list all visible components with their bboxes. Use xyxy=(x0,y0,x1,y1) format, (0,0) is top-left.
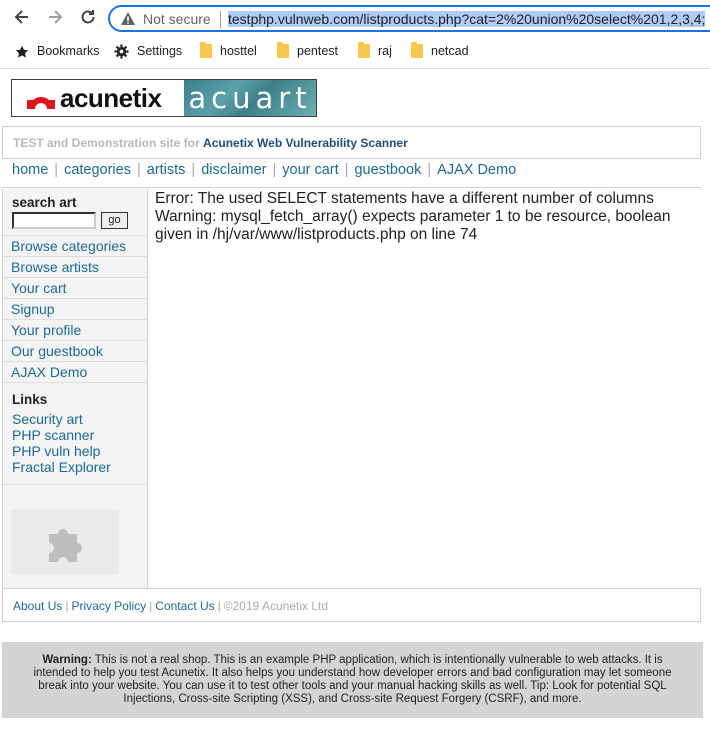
footer-contact-us[interactable]: Contact Us xyxy=(155,599,214,613)
bookmark-raj[interactable]: raj xyxy=(358,41,392,60)
sidebar-item-your-cart[interactable]: Your cart xyxy=(3,277,148,298)
nav-guestbook[interactable]: guestbook xyxy=(354,162,421,178)
bookmark-hosttel[interactable]: hosttel xyxy=(200,41,257,60)
warning-label: Warning: xyxy=(42,654,92,666)
top-navigation: home | categories | artists | disclaimer | your … xyxy=(2,160,701,188)
sidebar-links: Browse categories Browse artists Your ca… xyxy=(3,235,148,383)
footer-about-us[interactable]: About Us xyxy=(13,599,62,613)
plugin-placeholder xyxy=(11,509,119,575)
main-content: Error: The used SELECT statements have a… xyxy=(155,190,695,244)
link-php-scanner[interactable]: PHP scanner xyxy=(12,427,111,443)
site-logo[interactable]: acunetix acuart xyxy=(11,79,317,117)
back-button[interactable] xyxy=(11,7,33,29)
reload-button[interactable] xyxy=(77,7,99,29)
bookmark-pentest[interactable]: pentest xyxy=(277,41,339,60)
bookmark-label: raj xyxy=(378,44,392,58)
footer-privacy-policy[interactable]: Privacy Policy xyxy=(71,599,146,613)
footer-separator: | xyxy=(65,599,69,613)
bookmark-bookmarks[interactable]: Bookmarks xyxy=(15,42,100,60)
footer-separator: | xyxy=(217,599,221,613)
php-warning-message: Warning: mysql_fetch_array() expects par… xyxy=(155,208,671,243)
arrow-right-icon xyxy=(49,10,63,24)
browser-chrome: Not secure testphp.vulnweb.com/listprodu… xyxy=(0,0,710,69)
bookmark-label: Settings xyxy=(137,44,183,58)
bookmark-settings[interactable]: Settings xyxy=(114,42,182,60)
footer-copyright: ©2019 Acunetix Ltd xyxy=(223,599,329,613)
sidebar-item-our-guestbook[interactable]: Our guestbook xyxy=(3,340,148,361)
search-input[interactable] xyxy=(12,212,96,229)
sidebar-item-your-profile[interactable]: Your profile xyxy=(3,319,148,340)
warning-triangle-icon[interactable] xyxy=(120,11,136,27)
sidebar-item-signup[interactable]: Signup xyxy=(3,298,148,319)
bookmark-label: hosttel xyxy=(220,44,257,58)
link-security-art[interactable]: Security art xyxy=(12,411,111,427)
nav-home[interactable]: home xyxy=(12,162,48,178)
nav-separator: | xyxy=(344,162,349,178)
links-title: Links xyxy=(12,392,48,407)
nav-separator: | xyxy=(272,162,277,178)
tagline-prefix: TEST and Demonstration site for xyxy=(13,136,204,150)
sidebar-item-browse-categories[interactable]: Browse categories xyxy=(3,235,148,256)
acunetix-logo-icon xyxy=(27,97,55,109)
nav-separator: | xyxy=(191,162,196,178)
nav-separator: | xyxy=(136,162,141,178)
logo-art-banner: acuart xyxy=(184,80,316,116)
logo-left: acunetix xyxy=(12,80,184,116)
site-tagline: TEST and Demonstration site for Acunetix… xyxy=(2,126,701,159)
bookmark-label: netcad xyxy=(431,44,469,58)
bookmark-label: Bookmarks xyxy=(37,44,100,58)
nav-categories[interactable]: categories xyxy=(64,162,131,178)
url-text[interactable]: testphp.vulnweb.com/listproducts.php?cat… xyxy=(228,11,708,27)
warning-text: This is not a real shop. This is an exam… xyxy=(33,654,672,705)
nav-separator: | xyxy=(54,162,59,178)
reload-icon xyxy=(81,10,95,24)
nav-separator: | xyxy=(427,162,432,178)
sidebar-divider xyxy=(3,382,148,383)
sidebar-divider xyxy=(3,484,148,485)
forward-button[interactable] xyxy=(44,7,66,29)
web-page: acunetix acuart TEST and Demonstration s… xyxy=(0,70,710,746)
tagline-product[interactable]: Acunetix Web Vulnerability Scanner xyxy=(203,136,408,150)
nav-artists[interactable]: artists xyxy=(147,162,186,178)
footer-separator: | xyxy=(149,599,153,613)
not-secure-label: Not secure xyxy=(143,11,211,27)
nav-ajax-demo[interactable]: AJAX Demo xyxy=(437,162,516,178)
external-links: Security art PHP scanner PHP vuln help F… xyxy=(12,411,111,475)
footer: About Us | Privacy Policy | Contact Us | ©2019… xyxy=(2,588,701,622)
bookmark-label: pentest xyxy=(297,44,339,58)
sidebar: search art go Browse categories Browse a… xyxy=(2,189,148,589)
sidebar-item-ajax-demo[interactable]: AJAX Demo xyxy=(3,361,148,382)
warning-banner: Warning: This is not a real shop. This i… xyxy=(2,642,703,718)
arrow-left-icon xyxy=(14,10,28,24)
link-fractal-explorer[interactable]: Fractal Explorer xyxy=(12,459,111,475)
bookmarks-bar: Bookmarks Settings hosttel pentest raj n… xyxy=(0,38,710,64)
nav-disclaimer[interactable]: disclaimer xyxy=(201,162,266,178)
logo-art-text: acuart xyxy=(188,81,312,115)
search-go-button[interactable]: go xyxy=(101,212,128,229)
folder-icon xyxy=(411,41,423,58)
link-php-vuln-help[interactable]: PHP vuln help xyxy=(12,443,111,459)
omnibox-divider xyxy=(220,11,221,28)
bookmark-netcad[interactable]: netcad xyxy=(411,41,469,60)
logo-wordmark: acunetix xyxy=(60,82,162,113)
address-bar[interactable]: Not secure testphp.vulnweb.com/listprodu… xyxy=(108,5,710,32)
gear-icon xyxy=(114,44,129,59)
folder-icon xyxy=(358,41,370,58)
nav-your-cart[interactable]: your cart xyxy=(282,162,338,178)
star-icon xyxy=(15,45,29,58)
sidebar-item-browse-artists[interactable]: Browse artists xyxy=(3,256,148,277)
search-art-title: search art xyxy=(12,195,77,210)
puzzle-piece-icon xyxy=(49,529,82,562)
folder-icon xyxy=(277,41,289,58)
folder-icon xyxy=(200,41,212,58)
sql-error-message: Error: The used SELECT statements have a… xyxy=(155,190,654,207)
url-selection: testphp.vulnweb.com/listproducts.php?cat… xyxy=(228,11,706,27)
